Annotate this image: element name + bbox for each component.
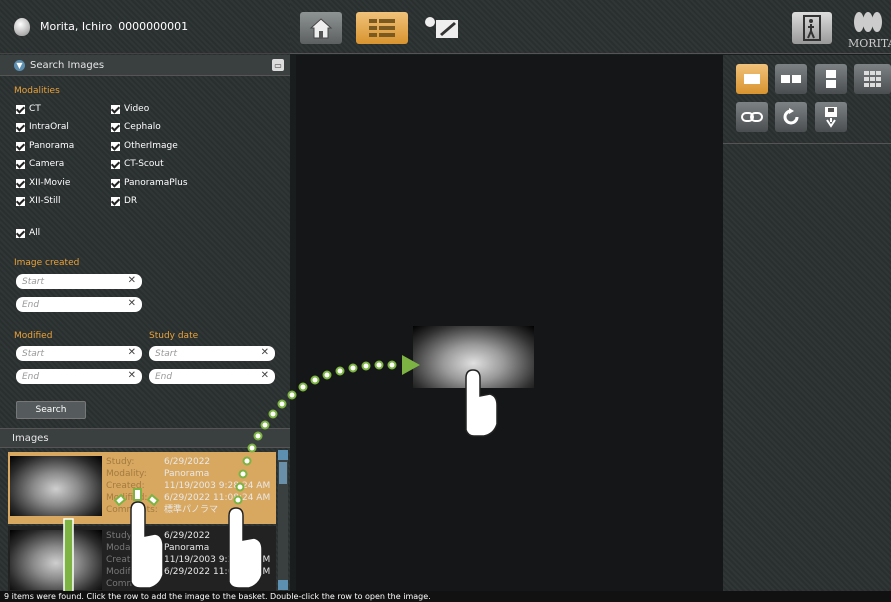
tap-hand-icon [130, 501, 164, 589]
drag-hand-icon [228, 507, 263, 589]
arrow-head-icon [402, 355, 420, 375]
drag-gesture-overlay [63, 355, 498, 602]
drag-dotted-path [233, 360, 397, 505]
status-bar: 9 items were found. Click the row to add… [0, 591, 891, 602]
drop-hand-icon [465, 369, 498, 437]
green-bar-indicator [63, 518, 74, 602]
